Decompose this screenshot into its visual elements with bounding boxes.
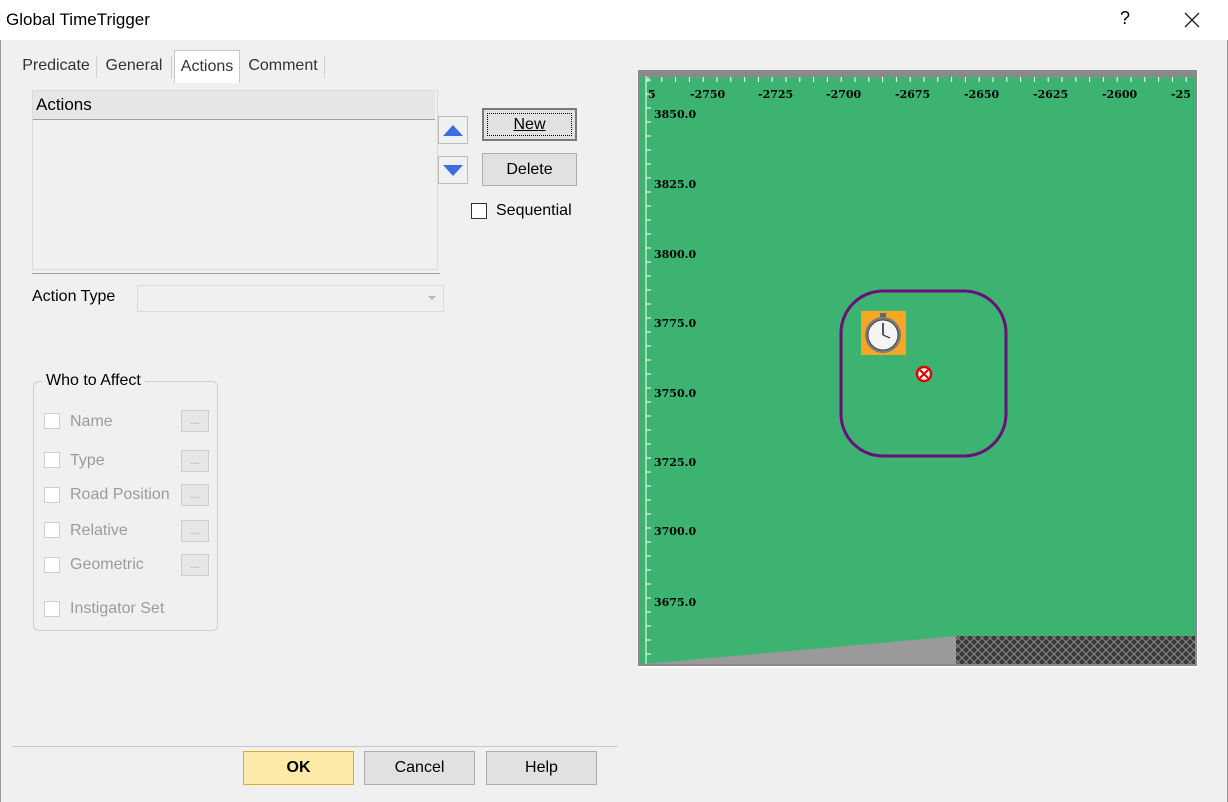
tab-general-label: General — [105, 57, 163, 74]
arrow-up-icon — [443, 125, 463, 136]
help-button[interactable]: ? — [1115, 8, 1135, 29]
tab-separator — [171, 56, 172, 78]
tab-actions[interactable]: Actions — [174, 50, 240, 83]
name-label: Name — [70, 413, 113, 430]
focus-rect — [487, 113, 572, 136]
type-label: Type — [70, 452, 105, 469]
target-marker-icon[interactable] — [915, 365, 933, 383]
tab-general[interactable]: General — [100, 50, 168, 82]
sequential-checkbox[interactable] — [471, 203, 487, 219]
actions-list-header[interactable]: Actions — [33, 91, 435, 120]
new-button[interactable]: New — [482, 108, 577, 141]
actions-list-header-label: Actions — [36, 95, 92, 114]
map-canvas[interactable]: 5 -2750 -2725 -2700 -2675 -2650 -2625 -2… — [638, 70, 1198, 668]
stopwatch-icon[interactable] — [861, 311, 906, 355]
x-tick-label: 5 — [648, 88, 656, 101]
hatched-area — [956, 636, 1195, 664]
x-tick-label: -2700 — [826, 88, 862, 101]
ok-button[interactable]: OK — [243, 751, 354, 785]
tab-predicate-label: Predicate — [22, 57, 90, 74]
chevron-down-icon — [428, 296, 436, 300]
road-position-browse-button[interactable]: ... — [181, 484, 209, 506]
move-up-button[interactable] — [438, 116, 468, 144]
name-browse-button[interactable]: ... — [181, 410, 209, 432]
delete-button-label: Delete — [506, 161, 553, 178]
delete-button[interactable]: Delete — [482, 153, 577, 186]
road-position-label: Road Position — [70, 486, 170, 503]
map-view[interactable]: 5 -2750 -2725 -2700 -2675 -2650 -2625 -2… — [638, 70, 1198, 668]
x-tick-label: -2675 — [895, 88, 930, 101]
relative-browse-button[interactable]: ... — [181, 520, 209, 542]
sequential-label: Sequential — [496, 202, 572, 219]
window-border-left — [0, 40, 1, 802]
x-tick-label: -2650 — [964, 88, 1000, 101]
help-dialog-button[interactable]: Help — [486, 751, 597, 785]
geometric-checkbox[interactable] — [44, 557, 60, 573]
arrow-down-icon — [443, 165, 463, 176]
y-tick-label: 3750.0 — [654, 387, 696, 400]
window-title: Global TimeTrigger — [6, 10, 150, 29]
footer-divider — [12, 746, 618, 747]
geometric-browse-button[interactable]: ... — [181, 554, 209, 576]
type-browse-button[interactable]: ... — [181, 450, 209, 472]
tab-predicate[interactable]: Predicate — [18, 50, 94, 82]
relative-label: Relative — [70, 522, 128, 539]
who-to-affect-title: Who to Affect — [42, 372, 145, 390]
x-tick-label: -25 — [1171, 88, 1191, 101]
geometric-label: Geometric — [70, 556, 144, 573]
x-tick-label: -2725 — [758, 88, 793, 101]
help-button-label: Help — [525, 759, 558, 776]
instigator-set-label: Instigator Set — [70, 600, 165, 617]
cancel-button-label: Cancel — [394, 759, 445, 776]
action-type-select[interactable] — [137, 285, 444, 312]
y-tick-label: 3675.0 — [654, 596, 696, 609]
tab-separator — [96, 56, 97, 78]
move-down-button[interactable] — [438, 156, 468, 184]
y-tick-label: 3700.0 — [654, 525, 696, 538]
tab-actions-label: Actions — [180, 58, 234, 75]
y-tick-label: 3800.0 — [654, 248, 696, 261]
x-tick-label: -2600 — [1102, 88, 1138, 101]
x-tick-label: -2625 — [1033, 88, 1068, 101]
instigator-set-checkbox[interactable] — [44, 601, 60, 617]
relative-checkbox[interactable] — [44, 522, 60, 538]
y-tick-label: 3725.0 — [654, 456, 696, 469]
ok-button-label: OK — [286, 759, 311, 776]
tab-comment-label: Comment — [248, 57, 318, 74]
y-tick-label: 3775.0 — [654, 317, 696, 330]
cancel-button[interactable]: Cancel — [364, 751, 475, 785]
terrain — [638, 70, 1197, 666]
y-tick-label: 3825.0 — [654, 178, 696, 191]
x-tick-label: -2750 — [690, 88, 726, 101]
road-position-checkbox[interactable] — [44, 487, 60, 503]
close-icon[interactable] — [1180, 8, 1204, 32]
type-checkbox[interactable] — [44, 452, 60, 468]
name-checkbox[interactable] — [44, 413, 60, 429]
action-type-label: Action Type — [32, 288, 116, 305]
divider — [32, 273, 440, 274]
tab-comment[interactable]: Comment — [244, 50, 322, 82]
title-bar — [0, 0, 1228, 40]
y-tick-label: 3850.0 — [654, 108, 696, 121]
tab-separator — [324, 56, 325, 78]
